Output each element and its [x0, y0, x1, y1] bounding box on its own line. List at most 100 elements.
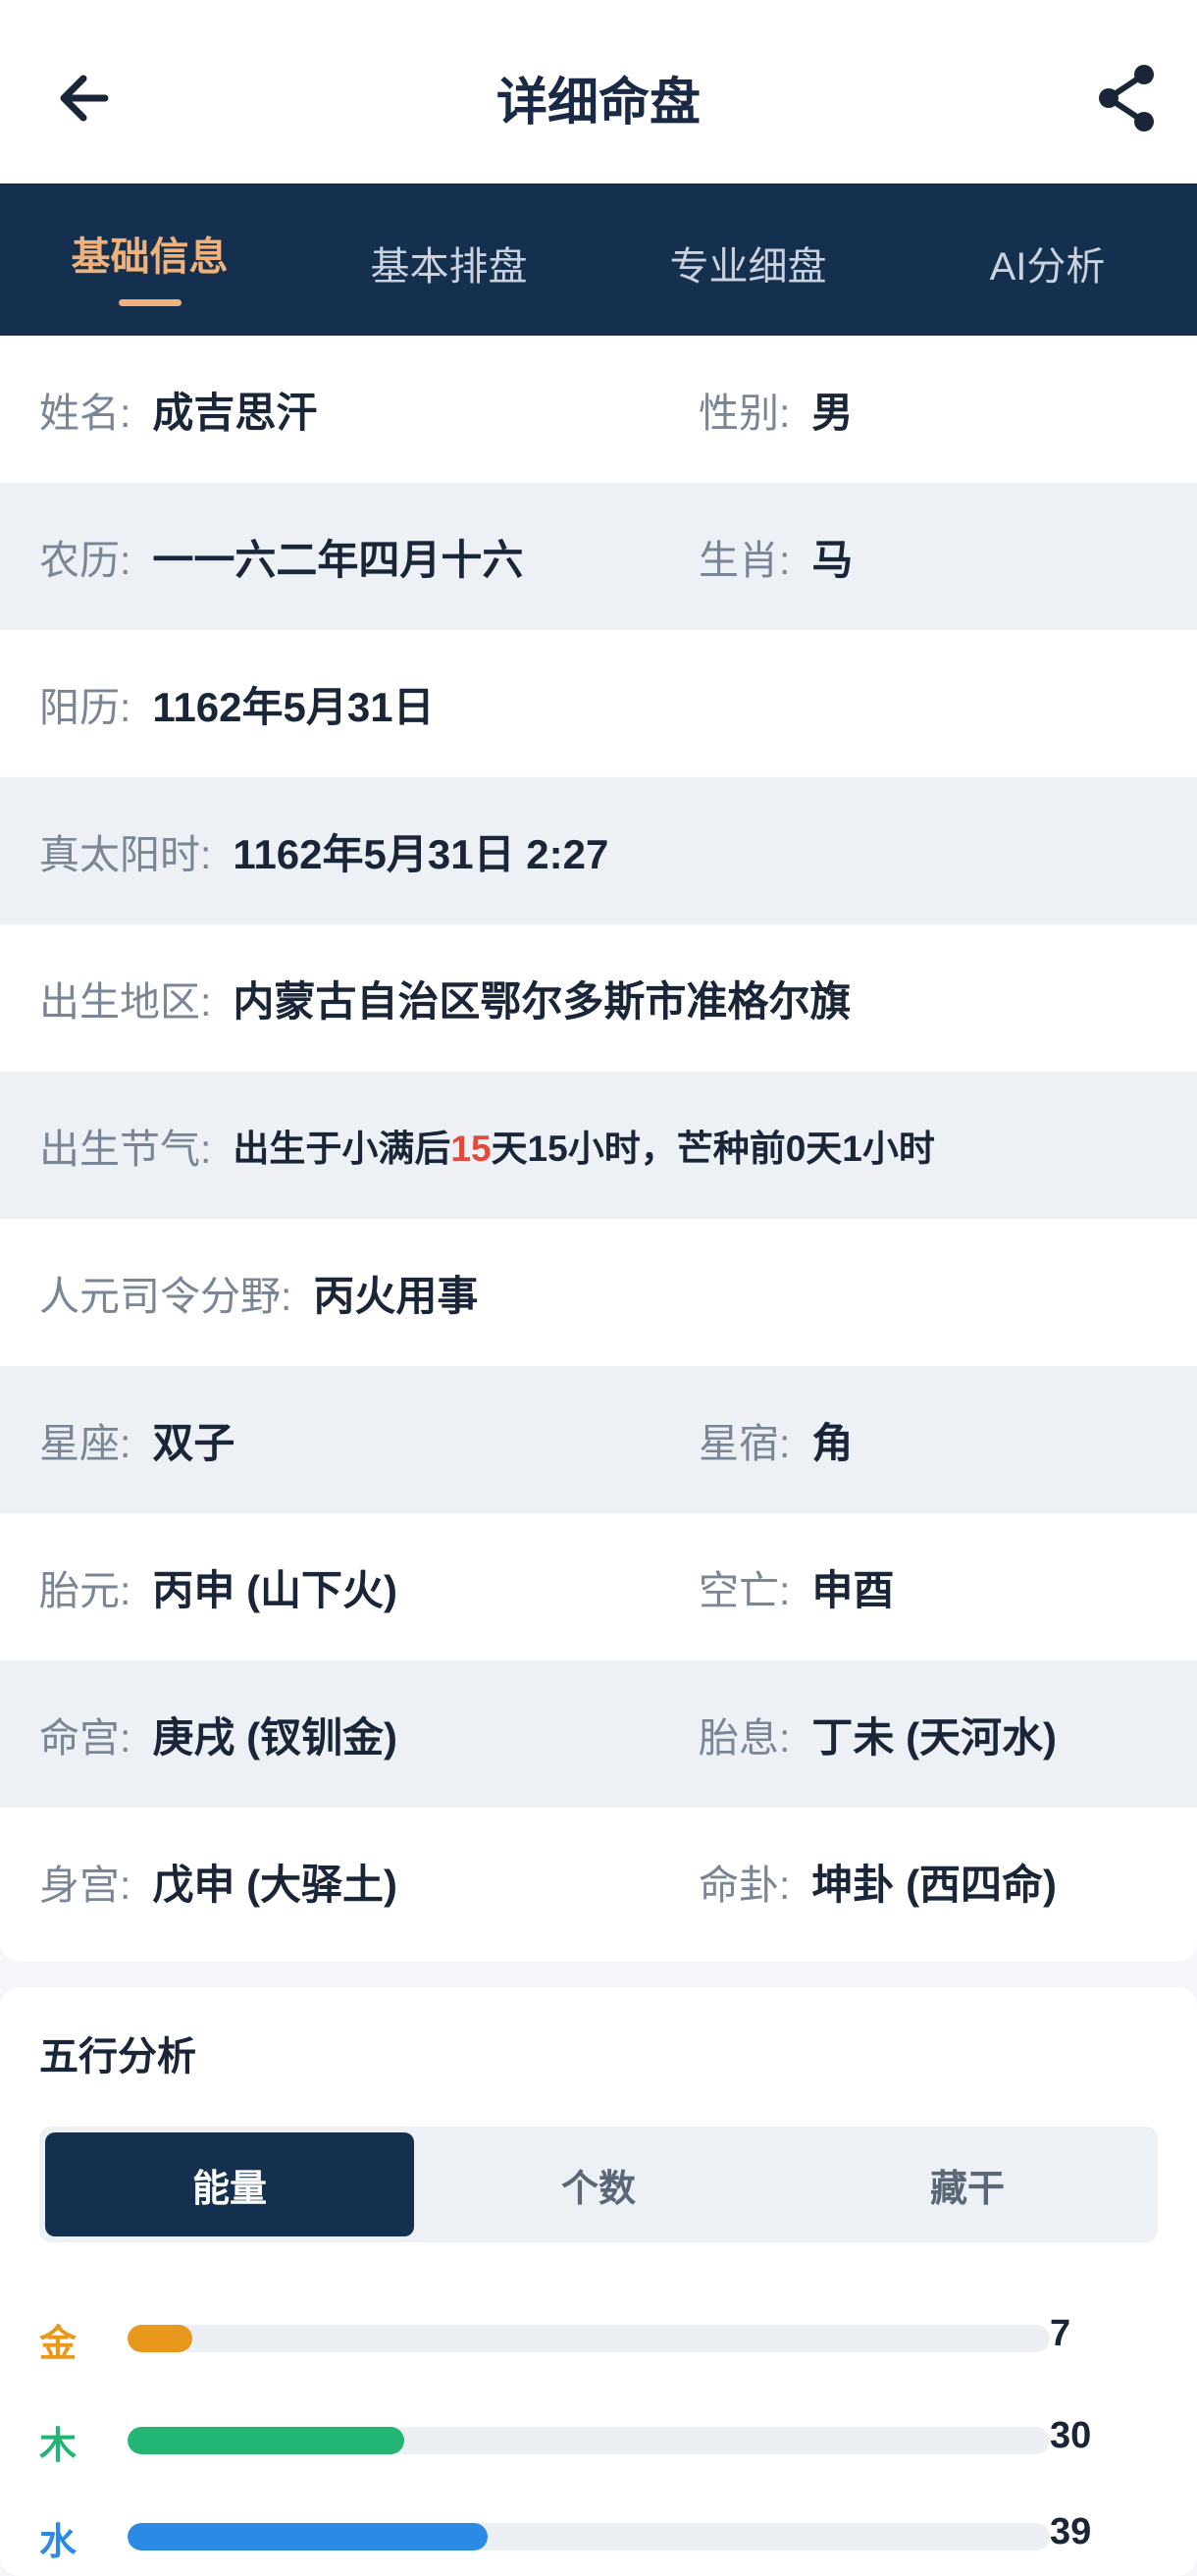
taixi-value: 丁未 (天河水) [811, 1713, 1058, 1761]
bar-label: 金 [39, 2324, 78, 2365]
bar-fill [128, 2325, 192, 2352]
name-label: 姓名: [39, 391, 131, 436]
lunar-label: 农历: [39, 538, 131, 583]
info-row-constellation-mansion: 星座: 双子 星宿: 角 [0, 1366, 1197, 1513]
info-row-minggong-taixi: 命宫: 庚戌 (钗钏金) 胎息: 丁未 (天河水) [0, 1660, 1197, 1808]
zodiac-cell: 生肖: 马 [699, 527, 853, 587]
birthplace-value: 内蒙古自治区鄂尔多斯市准格尔旗 [233, 977, 852, 1025]
mansion-value: 角 [811, 1419, 854, 1466]
name-value: 成吉思汗 [152, 389, 318, 436]
info-row-solar: 阳历: 1162年5月31日 [0, 630, 1197, 777]
tab-pro-chart[interactable]: 专业细盘 [598, 184, 898, 336]
true-solar-label: 真太阳时: [39, 832, 212, 877]
gender-value: 男 [811, 389, 854, 436]
minggua-cell: 命卦: 坤卦 (西四命) [699, 1852, 1057, 1912]
tab-basic-chart[interactable]: 基本排盘 [299, 184, 598, 336]
tab-bar: 基础信息 基本排盘 专业细盘 AI分析 [0, 184, 1197, 336]
solar-cell: 阳历: 1162年5月31日 [39, 674, 435, 734]
page-title: 详细命盘 [495, 75, 701, 131]
bar-label: 木 [39, 2426, 78, 2467]
renyuan-value: 丙火用事 [313, 1272, 479, 1319]
gender-label: 性别: [699, 391, 791, 436]
constellation-value: 双子 [152, 1419, 235, 1466]
solar-term-days-highlight: 15 [450, 1129, 492, 1169]
bar-fill [128, 2523, 488, 2550]
active-tab-indicator [118, 299, 182, 306]
tab-label: 基本排盘 [370, 245, 528, 289]
shengong-value: 戊申 (大驿土) [152, 1861, 398, 1908]
bar-fill [128, 2427, 404, 2454]
info-row-birthplace: 出生地区: 内蒙古自治区鄂尔多斯市准格尔旗 [0, 924, 1197, 1072]
segment-count[interactable]: 个数 [414, 2132, 783, 2236]
tab-label: 专业细盘 [669, 245, 827, 289]
info-row-true-solar-time: 真太阳时: 1162年5月31日 2:27 [0, 777, 1197, 924]
wuxing-title: 五行分析 [39, 2035, 196, 2078]
solar-term-cell: 出生节气: 出生于小满后15天15小时，芒种前0天1小时 [39, 1116, 935, 1175]
info-row-solar-term: 出生节气: 出生于小满后15天15小时，芒种前0天1小时 [0, 1072, 1197, 1219]
minggua-label: 命卦: [699, 1863, 791, 1908]
minggong-value: 庚戌 (钗钏金) [152, 1713, 398, 1761]
segment-energy[interactable]: 能量 [45, 2132, 414, 2236]
minggong-cell: 命宫: 庚戌 (钗钏金) [39, 1705, 699, 1764]
bar-label: 水 [39, 2522, 78, 2563]
bar-value: 39 [1050, 2511, 1092, 2552]
renyuan-cell: 人元司令分野: 丙火用事 [39, 1263, 478, 1323]
kongwang-cell: 空亡: 申酉 [699, 1557, 894, 1617]
bar-track [128, 2427, 1050, 2454]
tab-basic-info[interactable]: 基础信息 [0, 184, 299, 336]
bar-value: 7 [1050, 2313, 1071, 2354]
wuxing-bar-water: 水 39 [39, 2505, 1177, 2564]
mansion-cell: 星宿: 角 [699, 1410, 853, 1470]
solar-value: 1162年5月31日 [152, 683, 435, 730]
share-icon [1099, 65, 1154, 131]
shengong-cell: 身宫: 戊申 (大驿土) [39, 1852, 699, 1912]
birthplace-cell: 出生地区: 内蒙古自治区鄂尔多斯市准格尔旗 [39, 969, 851, 1028]
tab-ai-analysis[interactable]: AI分析 [898, 184, 1197, 336]
true-solar-cell: 真太阳时: 1162年5月31日 2:27 [39, 821, 608, 881]
minggong-label: 命宫: [39, 1715, 131, 1761]
bar-track [128, 2523, 1050, 2550]
solar-term-prefix: 出生于小满后 [233, 1129, 451, 1169]
taiyuan-value: 丙申 (山下火) [152, 1566, 398, 1613]
wuxing-bar-metal: 金 7 [39, 2307, 1177, 2366]
name-cell: 姓名: 成吉思汗 [39, 380, 699, 440]
taixi-cell: 胎息: 丁未 (天河水) [699, 1705, 1057, 1764]
tab-label: AI分析 [989, 245, 1106, 289]
minggua-value: 坤卦 (西四命) [811, 1861, 1058, 1908]
segment-hidden-stems[interactable]: 藏干 [783, 2132, 1152, 2236]
mansion-label: 星宿: [699, 1421, 791, 1466]
info-row-name-gender: 姓名: 成吉思汗 性别: 男 [0, 336, 1197, 483]
lunar-value: 一一六二年四月十六 [152, 536, 524, 583]
basic-info-card: 姓名: 成吉思汗 性别: 男 农历: 一一六二年四月十六 生肖: 马 阳历: 1… [0, 336, 1197, 1962]
lunar-cell: 农历: 一一六二年四月十六 [39, 527, 699, 587]
true-solar-value: 1162年5月31日 2:27 [233, 830, 609, 877]
bar-track [128, 2325, 1050, 2352]
wuxing-card: 五行分析 能量 个数 藏干 金 7 木 30 水 39 [0, 1987, 1197, 2576]
solar-term-label: 出生节气: [39, 1127, 212, 1172]
share-button[interactable] [1089, 59, 1168, 137]
zodiac-label: 生肖: [699, 538, 791, 583]
shengong-label: 身宫: [39, 1863, 131, 1908]
kongwang-value: 申酉 [811, 1566, 895, 1613]
wuxing-segmented-control: 能量 个数 藏干 [39, 2127, 1158, 2242]
taixi-label: 胎息: [699, 1715, 791, 1761]
wuxing-bar-wood: 木 30 [39, 2409, 1177, 2468]
gender-cell: 性别: 男 [699, 380, 853, 440]
solar-term-suffix: 天15小时，芒种前0天1小时 [491, 1129, 935, 1169]
solar-label: 阳历: [39, 685, 131, 730]
constellation-label: 星座: [39, 1421, 131, 1466]
info-row-lunar-zodiac: 农历: 一一六二年四月十六 生肖: 马 [0, 483, 1197, 630]
renyuan-label: 人元司令分野: [39, 1274, 292, 1319]
taiyuan-label: 胎元: [39, 1568, 131, 1613]
tab-label: 基础信息 [71, 236, 229, 279]
solar-term-value: 出生于小满后15天15小时，芒种前0天1小时 [233, 1119, 934, 1172]
constellation-cell: 星座: 双子 [39, 1410, 699, 1470]
info-row-taiyuan-kongwang: 胎元: 丙申 (山下火) 空亡: 申酉 [0, 1513, 1197, 1660]
info-row-shengong-minggua: 身宫: 戊申 (大驿土) 命卦: 坤卦 (西四命) [0, 1808, 1197, 1955]
top-bar: 详细命盘 [0, 0, 1197, 184]
zodiac-value: 马 [811, 536, 854, 583]
kongwang-label: 空亡: [699, 1568, 791, 1613]
info-row-renyuan: 人元司令分野: 丙火用事 [0, 1219, 1197, 1366]
birthplace-label: 出生地区: [39, 979, 212, 1025]
taiyuan-cell: 胎元: 丙申 (山下火) [39, 1557, 699, 1617]
